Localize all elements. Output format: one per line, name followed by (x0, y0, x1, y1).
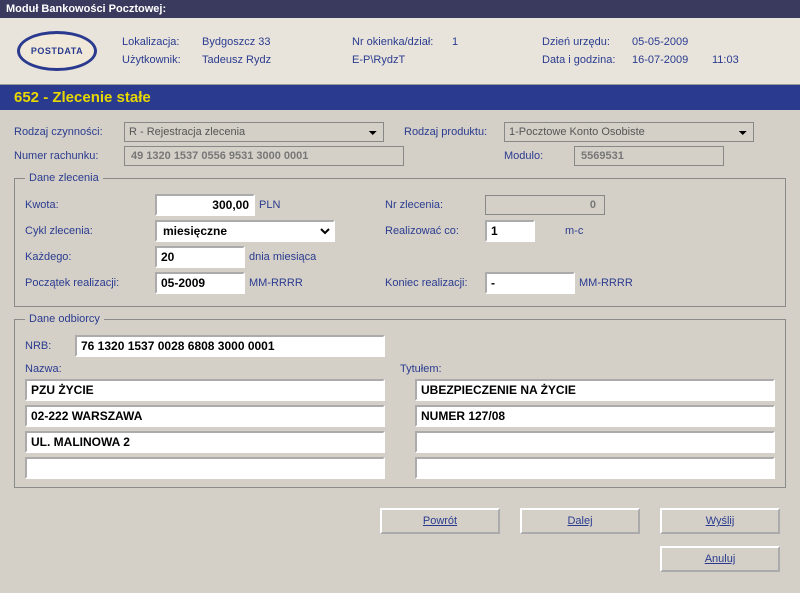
nr-zlecenia-value: 0 (485, 195, 605, 215)
modulo-value: 5569531 (574, 146, 724, 166)
page-title: 652 - Zlecenie stałe (0, 85, 800, 110)
realizowac-input[interactable] (485, 220, 535, 242)
rodzaj-produktu-label: Rodzaj produktu: (404, 126, 504, 138)
datagodz-label: Data i godzina: (542, 54, 632, 66)
dane-odbiorcy-fieldset: Dane odbiorcy NRB: Nazwa: Tytułem: (14, 313, 786, 488)
lokalizacja-label: Lokalizacja: (122, 36, 202, 48)
tytulem-label: Tytułem: (400, 363, 442, 375)
dane-odbiorcy-legend: Dane odbiorcy (25, 313, 104, 325)
dzienurzedu-label: Dzień urzędu: (542, 36, 632, 48)
poczatek-input[interactable] (155, 272, 245, 294)
window-titlebar: Moduł Bankowości Pocztowej: (0, 0, 800, 18)
nazwa-line-1[interactable] (25, 379, 385, 401)
logo: POSTDATA (12, 26, 102, 76)
realizowac-label: Realizować co: (385, 225, 485, 237)
anuluj-button[interactable]: Anuluj (660, 546, 780, 572)
kwota-unit: PLN (259, 199, 280, 211)
cykl-select[interactable]: miesięczne (155, 220, 335, 242)
ep-label: E-P\RydzT (352, 54, 452, 66)
datagodz-date: 16-07-2009 (632, 54, 712, 66)
header: POSTDATA Lokalizacja: Bydgoszcz 33 Nr ok… (0, 18, 800, 85)
button-bar-2: Anuluj (0, 540, 800, 578)
nrb-input[interactable] (75, 335, 385, 357)
dane-zlecenia-fieldset: Dane zlecenia Kwota: PLN Nr zlecenia: 0 … (14, 172, 786, 307)
nrokienka-label: Nr okienka/dział: (352, 36, 452, 48)
rodzaj-produktu-select[interactable]: 1-Pocztowe Konto Osobiste (504, 122, 754, 142)
form-area: Rodzaj czynności: R - Rejestracja zlecen… (0, 110, 800, 502)
koniec-unit: MM-RRRR (579, 277, 633, 289)
nrokienka-value: 1 (452, 36, 542, 48)
kazdego-input[interactable] (155, 246, 245, 268)
datagodz-time: 11:03 (712, 54, 752, 66)
nazwa-label: Nazwa: (25, 363, 400, 375)
tytulem-line-3[interactable] (415, 431, 775, 453)
poczatek-label: Początek realizacji: (25, 277, 155, 289)
nrb-label: NRB: (25, 340, 75, 352)
kwota-input[interactable] (155, 194, 255, 216)
uzytkownik-value: Tadeusz Rydz (202, 54, 352, 66)
koniec-input[interactable] (485, 272, 575, 294)
lokalizacja-value: Bydgoszcz 33 (202, 36, 352, 48)
powrot-button[interactable]: Powrót (380, 508, 500, 534)
nazwa-line-2[interactable] (25, 405, 385, 427)
dzienurzedu-value: 05-05-2009 (632, 36, 712, 48)
cykl-label: Cykl zlecenia: (25, 225, 155, 237)
kazdego-label: Każdego: (25, 251, 155, 263)
dalej-button[interactable]: Dalej (520, 508, 640, 534)
rodzaj-czynnosci-label: Rodzaj czynności: (14, 126, 124, 138)
poczatek-unit: MM-RRRR (249, 277, 303, 289)
logo-text: POSTDATA (31, 46, 83, 56)
numer-rachunku-value: 49 1320 1537 0556 9531 3000 0001 (124, 146, 404, 166)
dane-zlecenia-legend: Dane zlecenia (25, 172, 103, 184)
tytulem-line-2[interactable] (415, 405, 775, 427)
button-bar-1: Powrót Dalej Wyślij (0, 502, 800, 540)
tytulem-line-1[interactable] (415, 379, 775, 401)
nazwa-line-3[interactable] (25, 431, 385, 453)
rodzaj-czynnosci-select[interactable]: R - Rejestracja zlecenia (124, 122, 384, 142)
kwota-label: Kwota: (25, 199, 155, 211)
koniec-label: Koniec realizacji: (385, 277, 485, 289)
wyslij-button[interactable]: Wyślij (660, 508, 780, 534)
nr-zlecenia-label: Nr zlecenia: (385, 199, 485, 211)
uzytkownik-label: Użytkownik: (122, 54, 202, 66)
modulo-label: Modulo: (504, 150, 574, 162)
kazdego-unit: dnia miesiąca (249, 251, 316, 263)
numer-rachunku-label: Numer rachunku: (14, 150, 124, 162)
nazwa-line-4[interactable] (25, 457, 385, 479)
realizowac-unit: m-c (565, 225, 583, 237)
tytulem-line-4[interactable] (415, 457, 775, 479)
